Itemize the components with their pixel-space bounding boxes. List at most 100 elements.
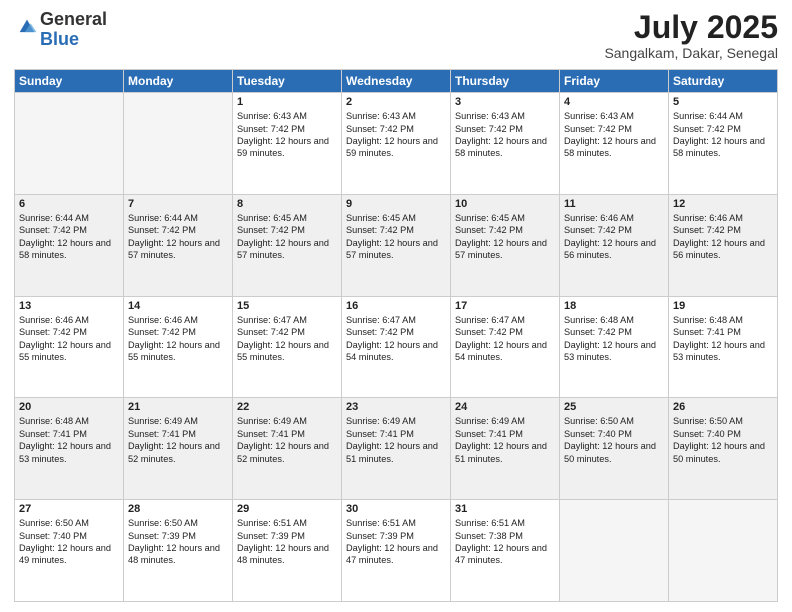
calendar-table: Sunday Monday Tuesday Wednesday Thursday… (14, 69, 778, 602)
day-info: Sunrise: 6:49 AMSunset: 7:41 PMDaylight:… (128, 415, 228, 465)
title-location: Sangalkam, Dakar, Senegal (604, 45, 778, 61)
table-row: 24Sunrise: 6:49 AMSunset: 7:41 PMDayligh… (451, 398, 560, 500)
day-number: 29 (237, 503, 337, 515)
header: General Blue July 2025 Sangalkam, Dakar,… (14, 10, 778, 61)
table-row: 27Sunrise: 6:50 AMSunset: 7:40 PMDayligh… (15, 500, 124, 602)
calendar-week-row: 13 Sunrise: 6:46 AMSunset: 7:42 PMDayligh… (15, 296, 778, 398)
day-info: Sunrise: 6:48 AMSunset: 7:41 PMDaylight:… (19, 415, 119, 465)
day-info: Sunrise: 6:49 AMSunset: 7:41 PMDaylight:… (455, 415, 555, 465)
table-row: 3Sunrise: 6:43 AMSunset: 7:42 PMDaylight… (451, 93, 560, 195)
table-row: 2Sunrise: 6:43 AMSunset: 7:42 PMDaylight… (342, 93, 451, 195)
calendar-week-row: 27Sunrise: 6:50 AMSunset: 7:40 PMDayligh… (15, 500, 778, 602)
table-row (560, 500, 669, 602)
logo-icon (16, 16, 38, 38)
table-row (124, 93, 233, 195)
table-row: 5Sunrise: 6:44 AMSunset: 7:42 PMDaylight… (669, 93, 778, 195)
day-number: 4 (564, 96, 664, 108)
table-row: 25Sunrise: 6:50 AMSunset: 7:40 PMDayligh… (560, 398, 669, 500)
day-number: 17 (455, 300, 555, 312)
day-info: Sunrise: 6:43 AMSunset: 7:42 PMDaylight:… (237, 110, 337, 160)
day-info: Sunrise: 6:50 AMSunset: 7:40 PMDaylight:… (673, 415, 773, 465)
day-number: 23 (346, 401, 446, 413)
day-number: 19 (673, 300, 773, 312)
table-row: 29 Sunrise: 6:51 AMSunset: 7:39 PMDayligh… (233, 500, 342, 602)
table-row: 23 Sunrise: 6:49 AMSunset: 7:41 PMDayligh… (342, 398, 451, 500)
day-number: 26 (673, 401, 773, 413)
title-block: July 2025 Sangalkam, Dakar, Senegal (604, 10, 778, 61)
calendar-header-row: Sunday Monday Tuesday Wednesday Thursday… (15, 70, 778, 93)
table-row: 28 Sunrise: 6:50 AMSunset: 7:39 PMDayligh… (124, 500, 233, 602)
table-row: 14Sunrise: 6:46 AMSunset: 7:42 PMDayligh… (124, 296, 233, 398)
table-row: 7Sunrise: 6:44 AMSunset: 7:42 PMDaylight… (124, 194, 233, 296)
day-number: 30 (346, 503, 446, 515)
calendar-week-row: 6 Sunrise: 6:44 AMSunset: 7:42 PMDaylight… (15, 194, 778, 296)
title-month: July 2025 (604, 10, 778, 45)
day-info: Sunrise: 6:43 AMSunset: 7:42 PMDaylight:… (564, 110, 664, 160)
col-thursday: Thursday (451, 70, 560, 93)
day-number: 6 (19, 198, 119, 210)
day-number: 5 (673, 96, 773, 108)
day-number: 1 (237, 96, 337, 108)
day-info: Sunrise: 6:47 AMSunset: 7:42 PMDaylight:… (237, 314, 337, 364)
table-row (15, 93, 124, 195)
day-info: Sunrise: 6:45 AMSunset: 7:42 PMDaylight:… (455, 212, 555, 262)
table-row: 26 Sunrise: 6:50 AMSunset: 7:40 PMDayligh… (669, 398, 778, 500)
table-row: 19 Sunrise: 6:48 AMSunset: 7:41 PMDayligh… (669, 296, 778, 398)
logo-general-text: General (40, 9, 107, 29)
day-info: Sunrise: 6:46 AMSunset: 7:42 PMDaylight:… (128, 314, 228, 364)
day-info: Sunrise: 6:51 AMSunset: 7:39 PMDaylight:… (346, 517, 446, 567)
day-info: Sunrise: 6:44 AMSunset: 7:42 PMDaylight:… (19, 212, 119, 262)
table-row: 22Sunrise: 6:49 AMSunset: 7:41 PMDayligh… (233, 398, 342, 500)
day-number: 18 (564, 300, 664, 312)
table-row: 20 Sunrise: 6:48 AMSunset: 7:41 PMDayligh… (15, 398, 124, 500)
day-number: 9 (346, 198, 446, 210)
table-row: 8Sunrise: 6:45 AMSunset: 7:42 PMDaylight… (233, 194, 342, 296)
col-sunday: Sunday (15, 70, 124, 93)
table-row: 9 Sunrise: 6:45 AMSunset: 7:42 PMDaylight… (342, 194, 451, 296)
day-number: 7 (128, 198, 228, 210)
day-info: Sunrise: 6:45 AMSunset: 7:42 PMDaylight:… (237, 212, 337, 262)
table-row: 31Sunrise: 6:51 AMSunset: 7:38 PMDayligh… (451, 500, 560, 602)
col-saturday: Saturday (669, 70, 778, 93)
day-number: 16 (346, 300, 446, 312)
table-row: 17 Sunrise: 6:47 AMSunset: 7:42 PMDayligh… (451, 296, 560, 398)
table-row: 16 Sunrise: 6:47 AMSunset: 7:42 PMDayligh… (342, 296, 451, 398)
day-info: Sunrise: 6:50 AMSunset: 7:40 PMDaylight:… (564, 415, 664, 465)
table-row: 12 Sunrise: 6:46 AMSunset: 7:42 PMDayligh… (669, 194, 778, 296)
col-monday: Monday (124, 70, 233, 93)
day-info: Sunrise: 6:45 AMSunset: 7:42 PMDaylight:… (346, 212, 446, 262)
day-info: Sunrise: 6:46 AMSunset: 7:42 PMDaylight:… (564, 212, 664, 262)
logo: General Blue (14, 10, 107, 50)
table-row: 21Sunrise: 6:49 AMSunset: 7:41 PMDayligh… (124, 398, 233, 500)
day-info: Sunrise: 6:46 AMSunset: 7:42 PMDaylight:… (19, 314, 119, 364)
day-info: Sunrise: 6:47 AMSunset: 7:42 PMDaylight:… (346, 314, 446, 364)
day-number: 15 (237, 300, 337, 312)
page: General Blue July 2025 Sangalkam, Dakar,… (0, 0, 792, 612)
day-info: Sunrise: 6:46 AMSunset: 7:42 PMDaylight:… (673, 212, 773, 262)
table-row (669, 500, 778, 602)
day-number: 3 (455, 96, 555, 108)
day-number: 28 (128, 503, 228, 515)
day-info: Sunrise: 6:48 AMSunset: 7:41 PMDaylight:… (673, 314, 773, 364)
col-wednesday: Wednesday (342, 70, 451, 93)
logo-blue-text: Blue (40, 29, 79, 49)
calendar-week-row: 1 Sunrise: 6:43 AMSunset: 7:42 PMDaylight… (15, 93, 778, 195)
day-number: 31 (455, 503, 555, 515)
table-row: 30 Sunrise: 6:51 AMSunset: 7:39 PMDayligh… (342, 500, 451, 602)
day-info: Sunrise: 6:51 AMSunset: 7:39 PMDaylight:… (237, 517, 337, 567)
day-info: Sunrise: 6:47 AMSunset: 7:42 PMDaylight:… (455, 314, 555, 364)
day-number: 13 (19, 300, 119, 312)
day-info: Sunrise: 6:43 AMSunset: 7:42 PMDaylight:… (346, 110, 446, 160)
day-number: 10 (455, 198, 555, 210)
col-friday: Friday (560, 70, 669, 93)
day-info: Sunrise: 6:50 AMSunset: 7:40 PMDaylight:… (19, 517, 119, 567)
table-row: 13 Sunrise: 6:46 AMSunset: 7:42 PMDayligh… (15, 296, 124, 398)
calendar-week-row: 20 Sunrise: 6:48 AMSunset: 7:41 PMDayligh… (15, 398, 778, 500)
table-row: 6 Sunrise: 6:44 AMSunset: 7:42 PMDaylight… (15, 194, 124, 296)
table-row: 15 Sunrise: 6:47 AMSunset: 7:42 PMDayligh… (233, 296, 342, 398)
day-number: 20 (19, 401, 119, 413)
day-info: Sunrise: 6:49 AMSunset: 7:41 PMDaylight:… (346, 415, 446, 465)
day-info: Sunrise: 6:50 AMSunset: 7:39 PMDaylight:… (128, 517, 228, 567)
day-number: 12 (673, 198, 773, 210)
table-row: 11Sunrise: 6:46 AMSunset: 7:42 PMDayligh… (560, 194, 669, 296)
